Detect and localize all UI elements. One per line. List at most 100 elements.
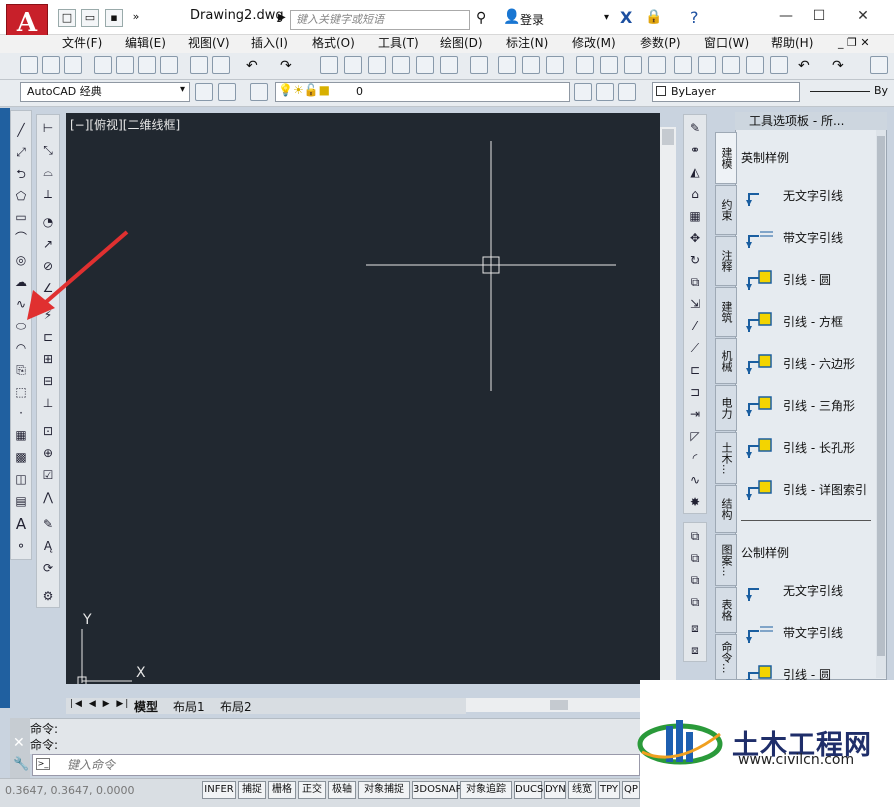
aligned-dim-icon[interactable]: ⤡ — [38, 140, 58, 158]
status-tpy[interactable]: TPY — [598, 781, 620, 799]
more-icon[interactable]: » — [127, 9, 145, 27]
join-icon[interactable]: ⇥ — [685, 404, 705, 422]
lock-icon[interactable]: 🔒 — [645, 9, 662, 25]
inspect-icon[interactable]: ☑ — [38, 465, 58, 483]
command-settings-icon[interactable]: 🔧 — [13, 757, 29, 772]
preview2-icon[interactable] — [600, 56, 618, 74]
workspace-settings-icon[interactable] — [195, 83, 213, 101]
menu-draw[interactable]: 绘图(D) — [440, 35, 483, 51]
break-icon[interactable]: ⊐ — [685, 382, 705, 400]
palette-tab-constraints[interactable]: 约束 — [715, 185, 737, 235]
gradient-icon[interactable]: ▩ — [11, 447, 31, 465]
workspace-select[interactable]: AutoCAD 经典 — [20, 82, 190, 102]
search-arrow-icon[interactable]: ▶ — [278, 12, 286, 23]
tab-model[interactable]: 模型 — [134, 698, 158, 715]
make-current-layer-icon[interactable] — [574, 83, 592, 101]
menu-edit[interactable]: 编辑(E) — [125, 35, 166, 51]
palette-tab-architecture[interactable]: 建筑 — [715, 287, 737, 337]
open2-icon[interactable] — [522, 56, 540, 74]
status-infer[interactable]: INFER — [202, 781, 236, 799]
paste-icon[interactable] — [722, 56, 740, 74]
palette-item[interactable]: 引线 - 圆 — [745, 268, 885, 296]
block2-icon[interactable] — [770, 56, 788, 74]
palette-tab-electrical[interactable]: 电力 — [715, 385, 737, 431]
menu-dimension[interactable]: 标注(N) — [506, 35, 548, 51]
pan2-icon[interactable] — [870, 56, 888, 74]
polyline-icon[interactable]: ⮌ — [11, 164, 31, 182]
vertical-scroll-thumb[interactable] — [662, 129, 674, 145]
redo-icon[interactable]: ↷ — [280, 58, 292, 74]
save-icon[interactable]: ▪ — [105, 9, 123, 27]
block-edit-icon[interactable] — [212, 56, 230, 74]
menu-tools[interactable]: 工具(T) — [378, 35, 419, 51]
chamfer-icon[interactable]: ◸ — [685, 426, 705, 444]
tab-layout2[interactable]: 布局2 — [220, 698, 252, 715]
tolerance-icon[interactable]: ⊡ — [38, 421, 58, 439]
ellipse-arc-icon[interactable]: ◠ — [11, 338, 31, 356]
calculator-icon[interactable] — [440, 56, 458, 74]
palette-item[interactable]: 引线 - 三角形 — [745, 394, 885, 422]
match-prop-icon[interactable] — [190, 56, 208, 74]
menu-parameters[interactable]: 参数(P) — [640, 35, 681, 51]
copy-icon[interactable] — [698, 56, 716, 74]
coordinate-display[interactable]: 0.3647, 0.3647, 0.0000 — [5, 784, 134, 797]
minimize-button[interactable]: — — [775, 6, 797, 26]
menu-format[interactable]: 格式(O) — [312, 35, 355, 51]
open-file-icon[interactable]: ▭ — [81, 9, 99, 27]
horizontal-scroll-thumb[interactable] — [550, 700, 568, 710]
layer-states-icon[interactable] — [618, 83, 636, 101]
undo-icon[interactable]: ↶ — [246, 58, 258, 74]
command-input[interactable]: 键入命令 — [32, 754, 640, 776]
status-lineweight[interactable]: 线宽 — [568, 781, 596, 799]
palette-tab-commands[interactable]: 命令... — [715, 634, 737, 680]
trim-icon[interactable]: ⁄ — [685, 316, 705, 334]
menu-insert[interactable]: 插入(I) — [251, 35, 288, 51]
baseline-dim-icon[interactable]: ⊏ — [38, 327, 58, 345]
array-icon[interactable]: ▦ — [685, 206, 705, 224]
publish-icon[interactable] — [138, 56, 156, 74]
palette-item[interactable]: 带文字引线 — [745, 226, 885, 254]
new-file-icon[interactable]: □ — [58, 9, 76, 27]
status-otrack[interactable]: 对象追踪 — [460, 781, 512, 799]
extend-icon[interactable]: ⟋ — [685, 338, 705, 356]
sheet-set-icon[interactable] — [416, 56, 434, 74]
search-input[interactable]: 键入关键字或短语 — [290, 10, 470, 30]
send-back-icon[interactable]: ⧉ — [685, 548, 705, 566]
palette-item[interactable]: 引线 - 方框 — [745, 310, 885, 338]
send-under-icon[interactable]: ⧉ — [685, 592, 705, 610]
arc-length-icon[interactable]: ⌓ — [38, 162, 58, 180]
status-ducs[interactable]: DUCS — [514, 781, 543, 799]
status-polar[interactable]: 极轴 — [328, 781, 356, 799]
binoculars-icon[interactable]: ⚲ — [476, 10, 486, 26]
palette-item[interactable]: 引线 - 详图索引 — [745, 478, 885, 506]
continue-dim-icon[interactable]: ⊞ — [38, 349, 58, 367]
rotate-icon[interactable]: ↻ — [685, 250, 705, 268]
menu-file[interactable]: 文件(F) — [62, 35, 102, 51]
login-dropdown-icon[interactable]: ▾ — [604, 12, 609, 23]
status-osnap[interactable]: 对象捕捉 — [358, 781, 410, 799]
erase-icon[interactable]: ✎ — [685, 118, 705, 136]
tool-palette-icon[interactable] — [392, 56, 410, 74]
workspace-dropdown-icon[interactable]: ▾ — [180, 84, 185, 95]
text-front-icon[interactable]: ⧈ — [685, 618, 705, 636]
make-block-icon[interactable]: ⬚ — [11, 382, 31, 400]
move-icon[interactable]: ✥ — [685, 228, 705, 246]
ordinate-dim-icon[interactable]: ⟂ — [38, 184, 58, 202]
break-point-icon[interactable]: ⊏ — [685, 360, 705, 378]
color-select[interactable]: ByLayer — [652, 82, 800, 102]
lineweight-label[interactable]: By — [874, 84, 888, 97]
match2-icon[interactable] — [746, 56, 764, 74]
space-dim-icon[interactable]: ⊟ — [38, 371, 58, 389]
new2-icon[interactable] — [498, 56, 516, 74]
layer-manager-icon[interactable] — [250, 83, 268, 101]
preview-icon[interactable] — [116, 56, 134, 74]
add-selected-icon[interactable]: ⚬ — [11, 536, 31, 554]
point-icon[interactable]: · — [11, 403, 31, 421]
tab-layout1[interactable]: 布局1 — [173, 698, 205, 715]
exchange-icon[interactable]: X — [620, 8, 632, 27]
redo2-icon[interactable]: ↷ — [832, 58, 844, 74]
status-qp[interactable]: QP — [622, 781, 640, 799]
break-dim-icon[interactable]: ⊥ — [38, 393, 58, 411]
rectangle-icon[interactable]: ▭ — [11, 207, 31, 225]
save2-icon[interactable] — [546, 56, 564, 74]
